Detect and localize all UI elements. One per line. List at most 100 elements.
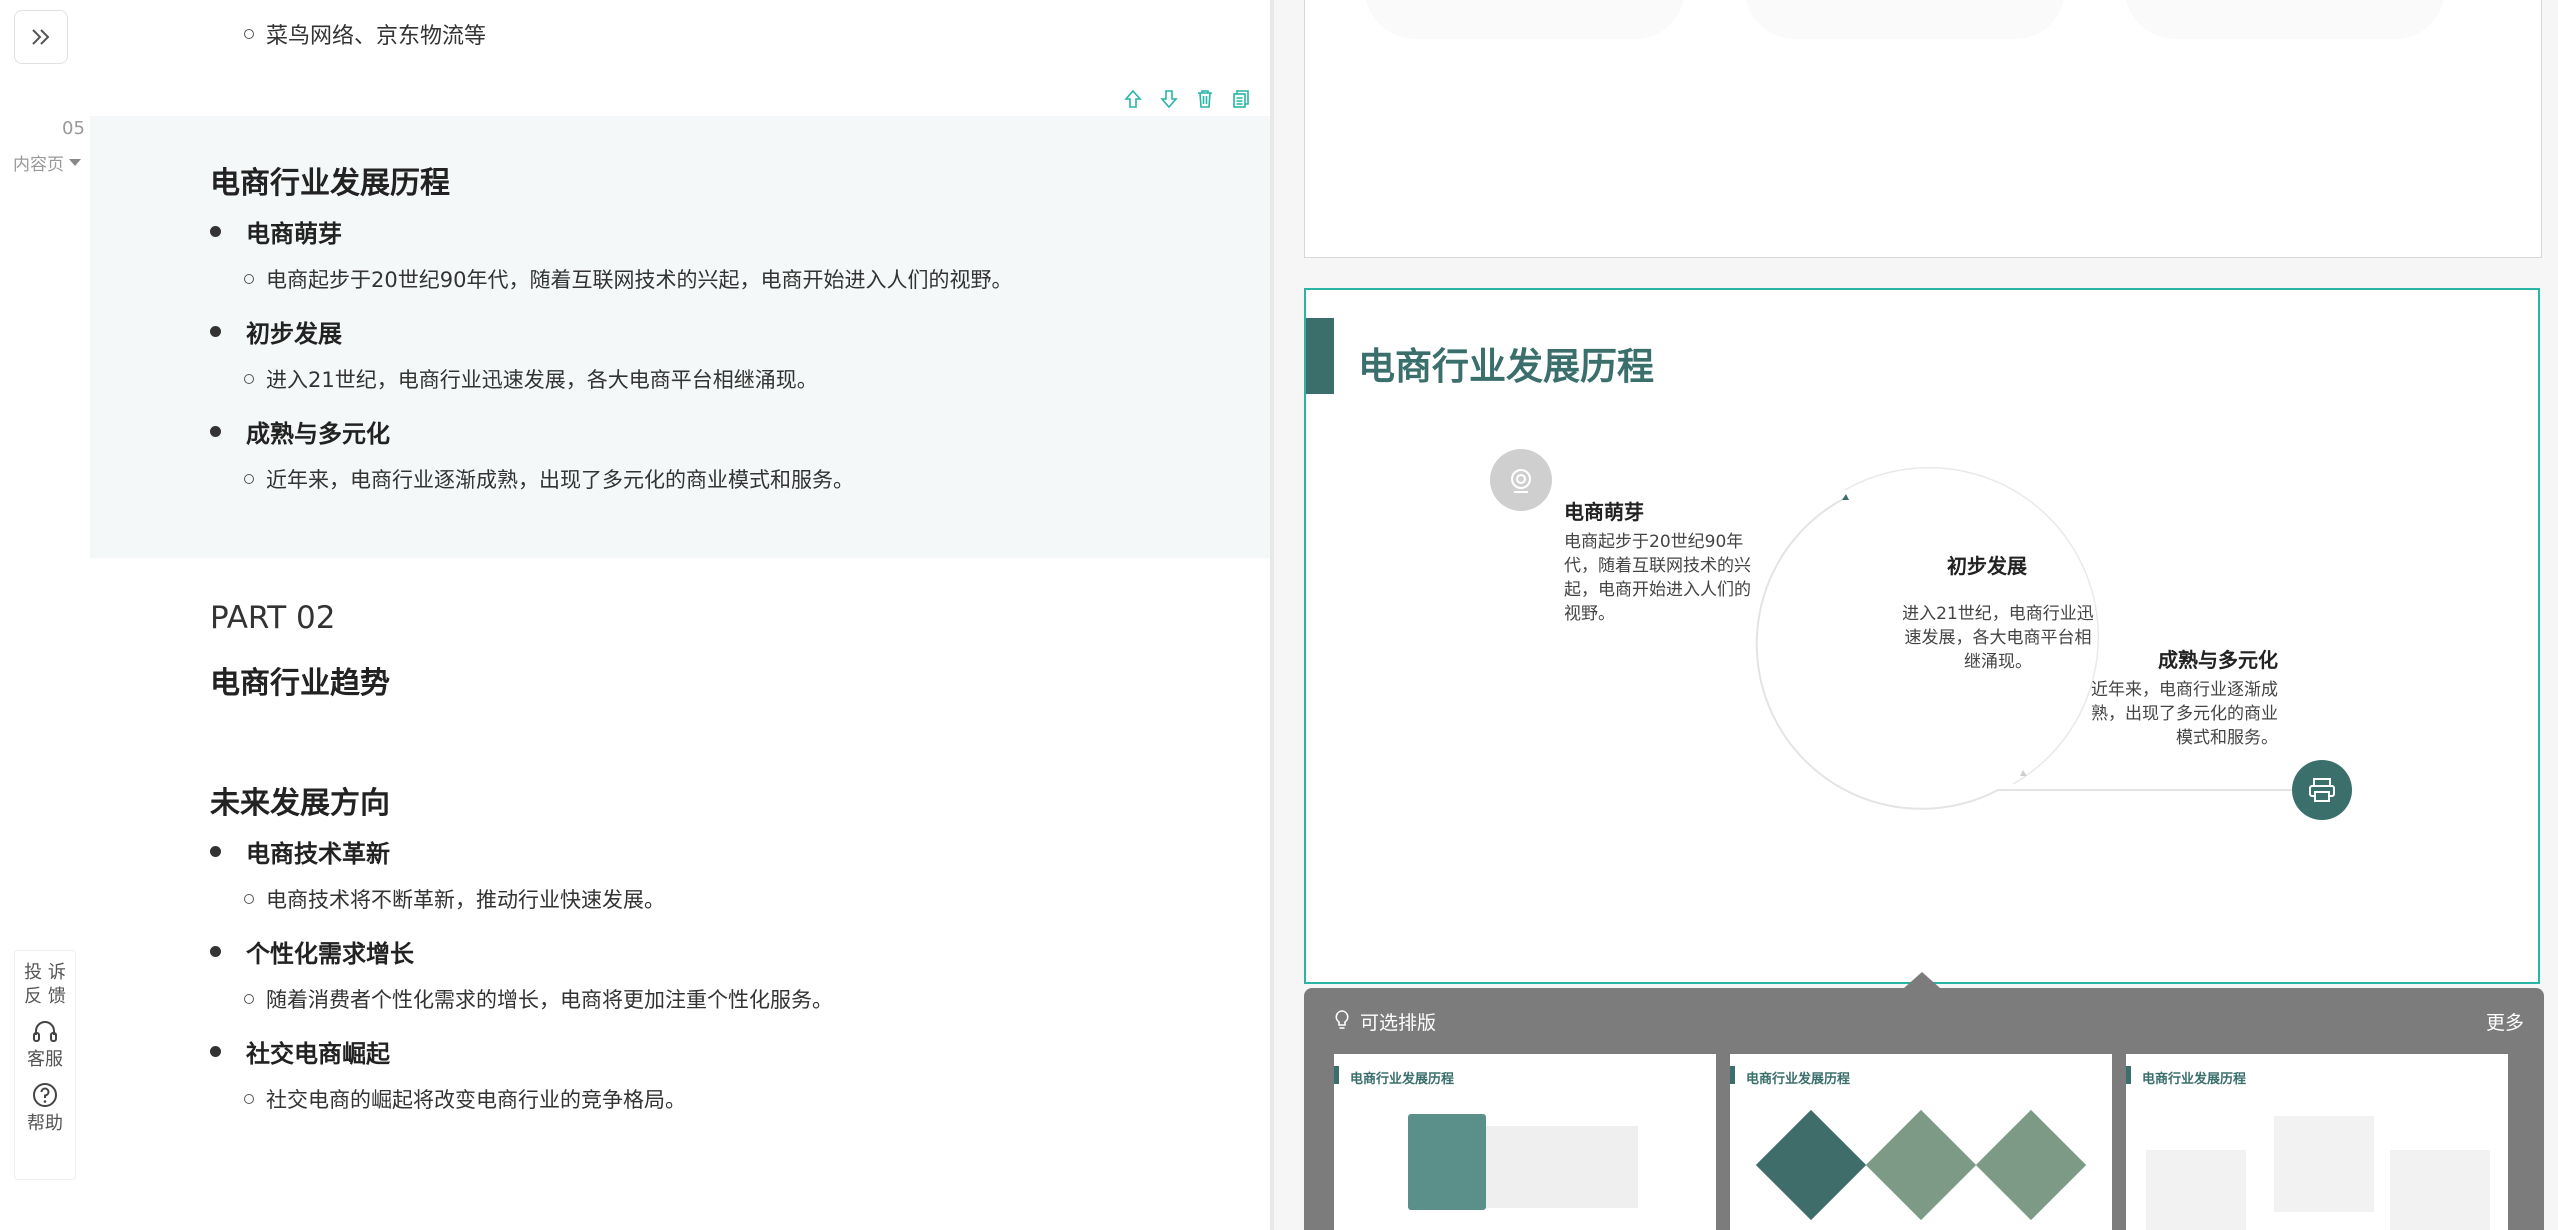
outline-item[interactable]: 成熟与多元化: [210, 414, 390, 449]
title-accent-bar: [1334, 1066, 1339, 1084]
item-heading: 个性化需求增长: [246, 940, 414, 968]
previous-slide-preview[interactable]: [1304, 0, 2542, 258]
slide-shape: [1745, 0, 2065, 39]
item-heading: 成熟与多元化: [246, 420, 390, 448]
block-toolbar: [1122, 88, 1252, 110]
milestone-text: 电商起步于20世纪90年代，随着互联网技术的兴起，电商开始进入人们的视野。: [1564, 532, 1751, 624]
help-label: 帮助: [27, 1113, 63, 1134]
move-down-button[interactable]: [1158, 88, 1180, 110]
help-button[interactable]: 帮助: [15, 1081, 75, 1135]
delete-button[interactable]: [1194, 88, 1216, 110]
item-heading: 社交电商崛起: [246, 1040, 390, 1068]
item-heading: 电商技术革新: [246, 840, 390, 868]
service-button[interactable]: 客服: [15, 1019, 75, 1071]
outline-subitem[interactable]: 进入21世纪，电商行业迅速发展，各大电商平台相继涌现。: [244, 364, 818, 394]
subitem-text: 进入21世纪，电商行业迅速发展，各大电商平台相继涌现。: [266, 368, 818, 392]
slide-shape: [1365, 0, 1685, 39]
feedback-button[interactable]: 投 诉 反 馈: [15, 961, 75, 1009]
picker-pointer: [1904, 972, 1940, 988]
side-tools: 投 诉 反 馈 客服 帮助: [14, 950, 76, 1180]
sub-bullet: [244, 374, 254, 384]
slide-number: 05: [62, 118, 85, 139]
thumb-diamond: [1755, 1109, 1867, 1221]
thumb-title: 电商行业发展历程: [1350, 1072, 1455, 1087]
caret-down-icon: [69, 159, 81, 166]
outline-editor: 菜鸟网络、京东物流等 05 内容页 电商行业发展历程 电商萌芽 电商起步于20世…: [0, 0, 1270, 1230]
bullet-dot: [210, 326, 221, 337]
subitem-text: 近年来，电商行业逐渐成熟，出现了多元化的商业模式和服务。: [266, 468, 854, 492]
thumb-title: 电商行业发展历程: [2142, 1072, 2247, 1087]
thumb-diamond: [1975, 1109, 2087, 1221]
outline-item[interactable]: 社交电商崛起: [210, 1034, 390, 1069]
bullet-dot: [210, 226, 221, 237]
copy-button[interactable]: [1230, 88, 1252, 110]
move-down-icon: [1160, 90, 1178, 109]
headset-icon: [33, 1021, 57, 1042]
thumb-diamond: [1865, 1109, 1977, 1221]
delete-icon: [1198, 90, 1212, 108]
printer-icon: [2309, 778, 2335, 802]
section-title[interactable]: 电商行业发展历程: [210, 158, 450, 202]
outline-subitem[interactable]: 菜鸟网络、京东物流等: [244, 18, 486, 50]
outline-item[interactable]: 电商技术革新: [210, 834, 390, 869]
slide-type-dropdown[interactable]: 内容页: [13, 150, 81, 175]
picker-title: 可选排版: [1360, 1012, 1437, 1034]
bullet-dot: [210, 426, 221, 437]
item-heading: 电商萌芽: [246, 220, 342, 248]
slide-preview-pane: 电商行业发展历程 电商萌芽 电商起步于20世纪90年代，随着互联网技术的兴起，电…: [1274, 0, 2558, 1230]
webcam-icon: [1511, 469, 1531, 493]
layout-option[interactable]: 电商行业发展历程: [1334, 1054, 1716, 1230]
bullet-dot: [210, 846, 221, 857]
sub-bullet: [244, 994, 254, 1004]
layout-option[interactable]: 电商行业发展历程: [1730, 1054, 2112, 1230]
bullet-dot: [210, 946, 221, 957]
milestone-text: 进入21世纪，电商行业迅速发展，各大电商平台相继涌现。: [1902, 604, 2094, 672]
current-slide-preview[interactable]: 电商行业发展历程 电商萌芽 电商起步于20世纪90年代，随着互联网技术的兴起，电…: [1304, 288, 2540, 984]
subitem-text: 电商起步于20世纪90年代，随着互联网技术的兴起，电商开始进入人们的视野。: [266, 268, 1013, 292]
expand-icon: [32, 29, 50, 45]
outline-item[interactable]: 电商萌芽: [210, 214, 342, 249]
sub-bullet: [244, 29, 254, 39]
outline-item[interactable]: 个性化需求增长: [210, 934, 414, 969]
title-accent-bar: [1730, 1066, 1735, 1084]
move-up-button[interactable]: [1122, 88, 1144, 110]
expand-panel-button[interactable]: [14, 10, 68, 64]
subitem-text: 电商技术将不断革新，推动行业快速发展。: [266, 888, 665, 912]
layout-picker: 可选排版 更多 电商行业发展历程 电商行业发展历程 电商行业发展历程: [1304, 972, 2544, 1230]
sub-bullet: [244, 894, 254, 904]
part-title[interactable]: 电商行业趋势: [210, 658, 390, 702]
outline-subitem[interactable]: 近年来，电商行业逐渐成熟，出现了多元化的商业模式和服务。: [244, 464, 854, 494]
sub-bullet: [244, 1094, 254, 1104]
sub-bullet: [244, 274, 254, 284]
part-label[interactable]: PART 02: [210, 600, 335, 636]
outline-subitem[interactable]: 社交电商的崛起将改变电商行业的竞争格局。: [244, 1084, 686, 1114]
service-label: 客服: [27, 1049, 63, 1070]
slide-type-label: 内容页: [13, 155, 64, 175]
subitem-text: 社交电商的崛起将改变电商行业的竞争格局。: [266, 1088, 686, 1112]
outline-item[interactable]: 初步发展: [210, 314, 342, 349]
thumb-card: [2390, 1150, 2490, 1230]
slide-shape: [2125, 0, 2445, 39]
sub-bullet: [244, 474, 254, 484]
more-layouts-link[interactable]: 更多: [2486, 1008, 2524, 1035]
thumb-card: [1408, 1114, 1486, 1210]
copy-icon: [1233, 90, 1249, 108]
help-icon: [33, 1083, 57, 1107]
lightbulb-icon: [1335, 1010, 1349, 1029]
milestone-heading: 初步发展: [1947, 554, 2027, 578]
thumb-title: 电商行业发展历程: [1746, 1072, 1851, 1087]
milestone-text: 近年来，电商行业逐渐成熟，出现了多元化的商业模式和服务。: [2091, 680, 2278, 748]
section-title[interactable]: 未来发展方向: [210, 778, 390, 822]
milestone-heading: 成熟与多元化: [2158, 648, 2278, 672]
subitem-text: 随着消费者个性化需求的增长，电商将更加注重个性化服务。: [266, 988, 833, 1012]
move-up-icon: [1124, 89, 1142, 108]
outline-subitem[interactable]: 电商技术将不断革新，推动行业快速发展。: [244, 884, 665, 914]
title-accent-bar: [2126, 1066, 2131, 1084]
layout-option[interactable]: 电商行业发展历程: [2126, 1054, 2508, 1230]
milestone-heading: 电商萌芽: [1564, 500, 1644, 524]
outline-subitem[interactable]: 电商起步于20世纪90年代，随着互联网技术的兴起，电商开始进入人们的视野。: [244, 264, 1012, 294]
outline-subitem[interactable]: 随着消费者个性化需求的增长，电商将更加注重个性化服务。: [244, 984, 833, 1014]
thumb-card: [2274, 1116, 2374, 1212]
bullet-dot: [210, 1046, 221, 1057]
subitem-text: 菜鸟网络、京东物流等: [266, 24, 487, 49]
